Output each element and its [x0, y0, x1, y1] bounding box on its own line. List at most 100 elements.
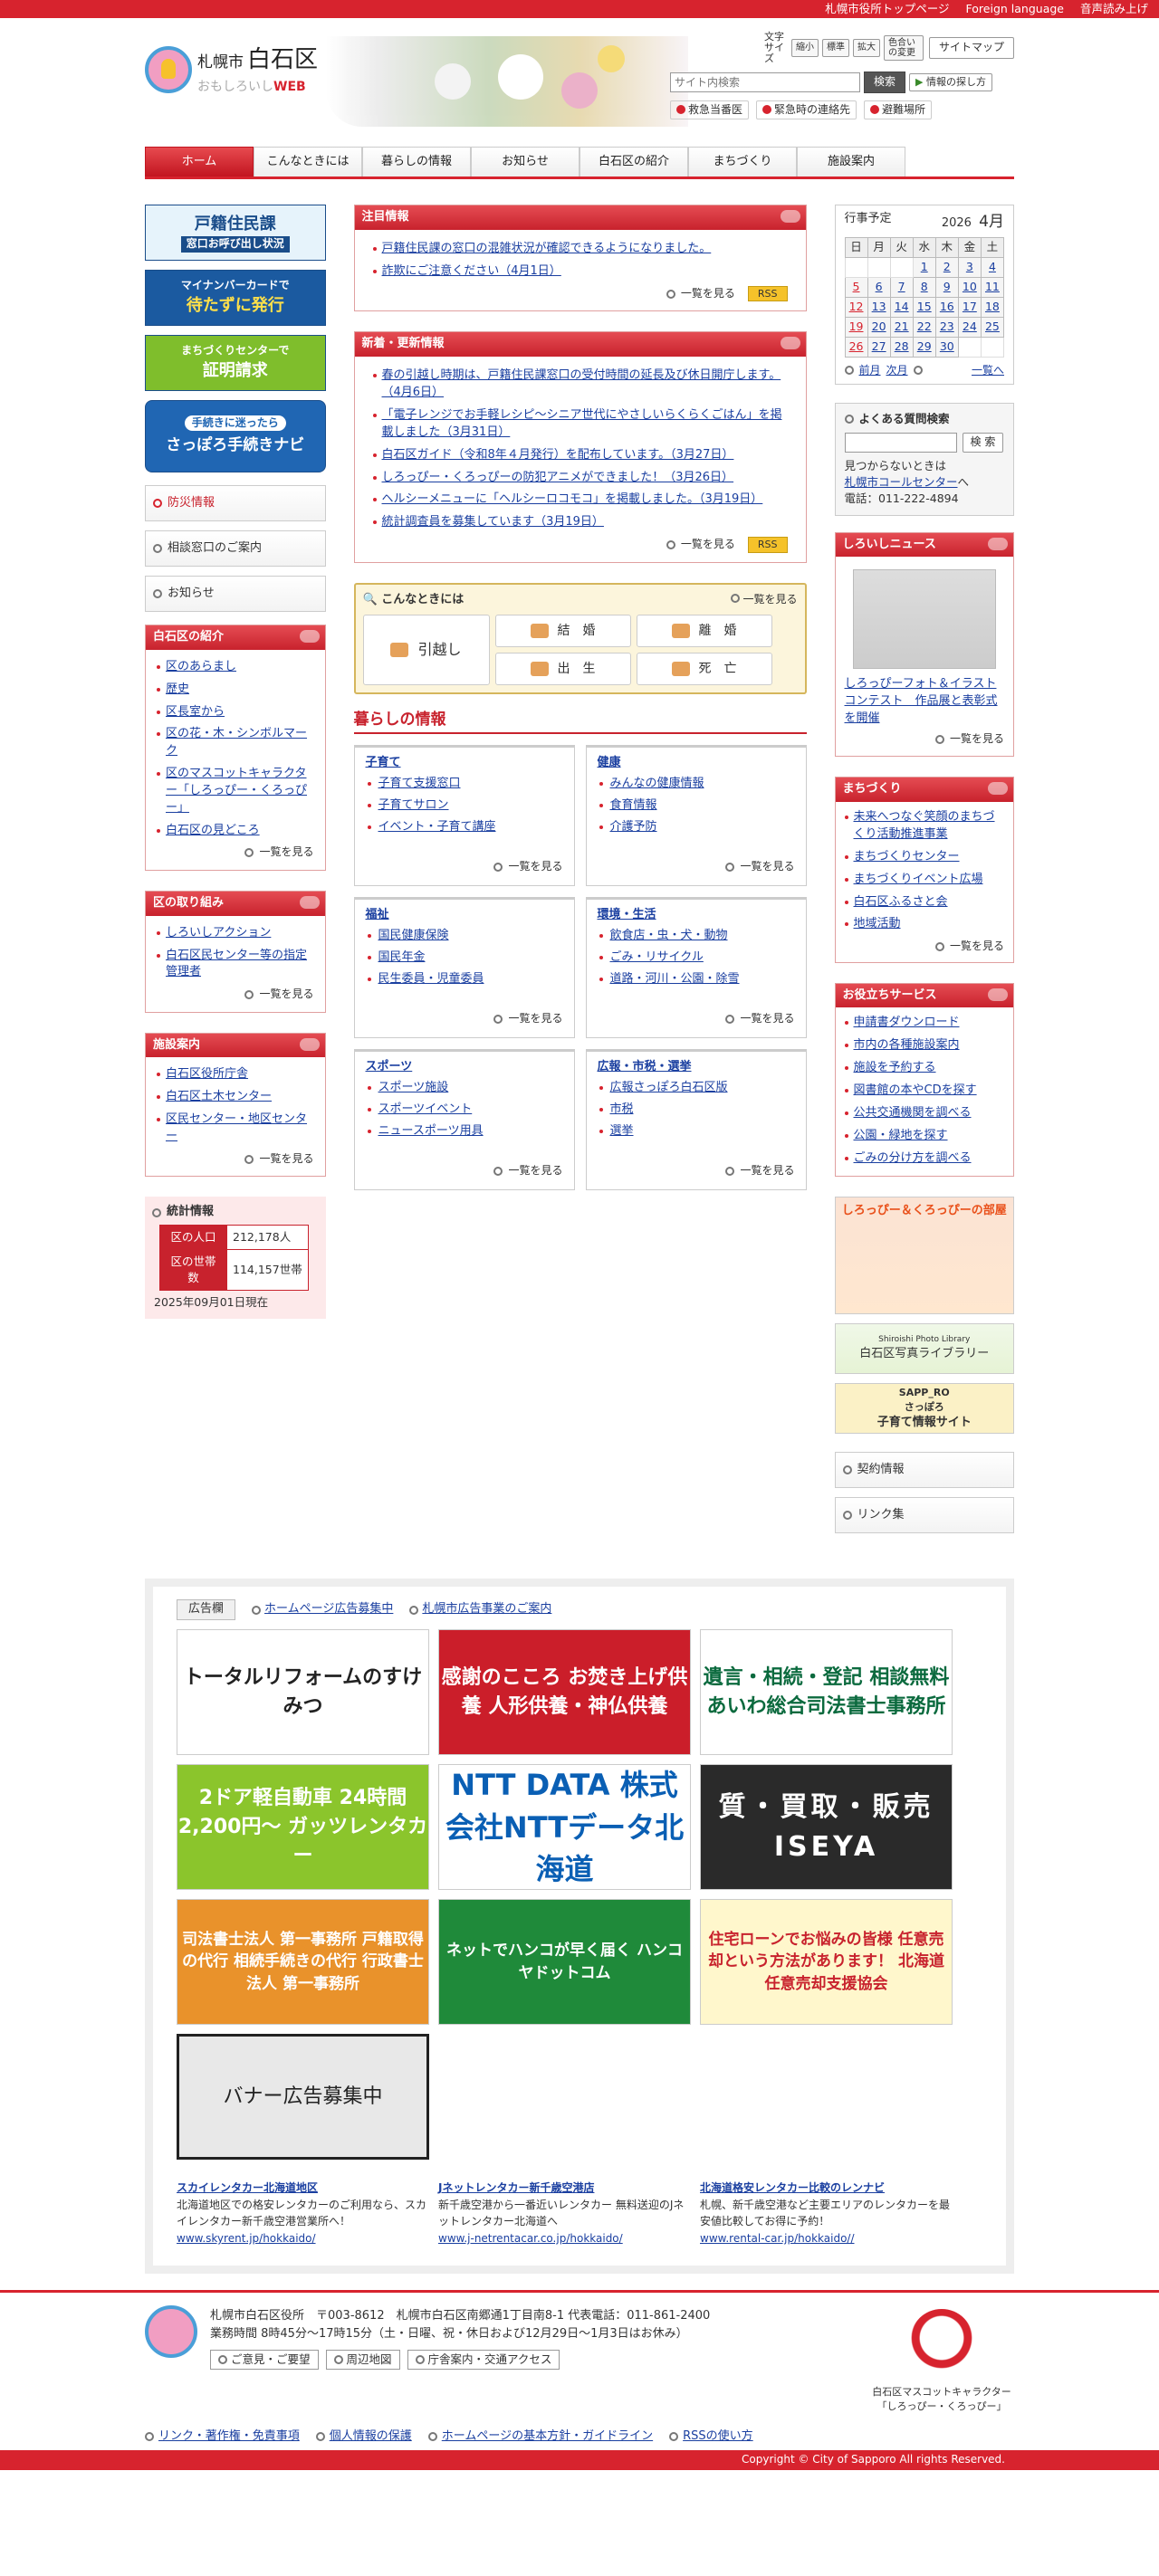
kurashi-box-title[interactable]: 広報・市税・選挙	[598, 1059, 795, 1076]
kurashi-link[interactable]: 国民健康保険	[378, 929, 449, 942]
footer-link[interactable]: ホームページの基本方針・ガイドライン	[442, 2428, 653, 2446]
calendar-day[interactable]: 24	[957, 316, 982, 338]
calendar-day[interactable]: 5	[844, 276, 868, 298]
menu-bousai[interactable]: 防災情報	[145, 485, 326, 521]
calendar-day[interactable]: 15	[912, 296, 936, 318]
calendar-day[interactable]: 13	[867, 296, 891, 318]
top-link-foreign[interactable]: Foreign language	[966, 1, 1064, 17]
service-link[interactable]: 公園・緑地を探す	[854, 1129, 948, 1142]
kurashi-link[interactable]: 食育情報	[610, 798, 657, 812]
calendar-day[interactable]: 25	[980, 316, 1005, 338]
konna-hikkoshi-button[interactable]: 引越し	[362, 614, 490, 685]
calendar-day[interactable]: 8	[912, 276, 936, 298]
news-photo[interactable]	[852, 569, 996, 670]
find-info-button[interactable]: ▶ 情報の探し方	[909, 73, 992, 91]
calendar-day[interactable]: 6	[867, 276, 891, 298]
calendar-day[interactable]: 16	[934, 296, 959, 318]
calendar-day[interactable]: 4	[980, 256, 1005, 278]
kosodate-site-banner[interactable]: SAPP_RO さっぽろ 子育て情報サイト	[834, 1383, 1014, 1435]
calendar-day[interactable]: 3	[957, 256, 982, 278]
ad-info-link[interactable]: 札幌市広告事業のご案内	[422, 1601, 551, 1618]
ad-banner[interactable]: 2ドア軽自動車 24時間 2,200円～ ガッツレンタカー	[177, 1764, 429, 1891]
ad-banner[interactable]: ネットでハンコが早く届く ハンコヤドットコム	[438, 1899, 691, 2026]
mascot-room-banner[interactable]: しろっぴー＆くろっぴーの部屋	[834, 1197, 1014, 1315]
calendar-list[interactable]: 一覧へ	[972, 363, 1004, 378]
menu-oshirase[interactable]: お知らせ	[145, 576, 326, 612]
kurashi-more[interactable]: 一覧を見る	[740, 1011, 794, 1026]
text-ad-title[interactable]: Jネットレンタカー新千歳空港店	[438, 2181, 594, 2194]
calendar-day[interactable]: 7	[889, 276, 914, 298]
ad-banner[interactable]: 感謝のこころ お焚き上げ供養 人形供養・神仏供養	[438, 1629, 691, 1756]
intro-link[interactable]: 歴史	[166, 682, 189, 696]
service-link[interactable]: 施設を予約する	[854, 1061, 936, 1074]
kurashi-link[interactable]: 国民年金	[378, 950, 426, 964]
konna-rikon-button[interactable]: 離 婚	[636, 614, 772, 647]
kurashi-link[interactable]: ニュースポーツ用具	[378, 1124, 484, 1138]
chumoku-link[interactable]: 詐欺にご注意ください（4月1日）	[382, 264, 561, 278]
intro-link[interactable]: 区のあらまし	[166, 660, 236, 673]
intro-link[interactable]: 区長室から	[166, 705, 225, 719]
calendar-day[interactable]: 21	[889, 316, 914, 338]
footer-link[interactable]: RSSの使い方	[683, 2428, 753, 2446]
footer-link[interactable]: リンク・著作権・免責事項	[158, 2428, 300, 2446]
faq-search-button[interactable]: 検 索	[962, 433, 1004, 453]
nav-home[interactable]: ホーム	[145, 147, 254, 177]
news-link[interactable]: しろっぴー・くろっぴーの防犯アニメができました！（3月26日）	[382, 471, 734, 484]
calendar-day[interactable]: 29	[912, 336, 936, 358]
ad-banner[interactable]: 住宅ローンでお悩みの皆様 任意売却という方法があります！ 北海道任意売却支援協会	[700, 1899, 953, 2026]
nav-oshirase[interactable]: お知らせ	[471, 147, 580, 177]
machi-link[interactable]: 未来へつなぐ笑顔のまちづくり活動推進事業	[854, 810, 995, 841]
kurashi-link[interactable]: 選挙	[610, 1124, 634, 1138]
machi-link[interactable]: 白石区ふるさと会	[854, 895, 948, 909]
font-normal-button[interactable]: 標準	[821, 38, 849, 58]
nav-machi[interactable]: まちづくり	[688, 147, 797, 177]
calendar-next[interactable]: 次月	[886, 363, 908, 378]
kurashi-more[interactable]: 一覧を見る	[508, 1163, 562, 1178]
kurashi-link[interactable]: ごみ・リサイクル	[610, 950, 704, 964]
shisetsu-link[interactable]: 区民センター・地区センター	[166, 1112, 307, 1143]
search-input[interactable]	[670, 72, 860, 92]
sitemap-button[interactable]: サイトマップ	[928, 37, 1014, 59]
news-link[interactable]: ヘルシーメニューに「ヘルシーロコモコ」を掲載しました。（3月19日）	[382, 492, 763, 506]
kurashi-link[interactable]: 広報さっぽろ白石区版	[610, 1081, 728, 1094]
kurashi-box-title[interactable]: 健康	[598, 755, 795, 772]
menu-links[interactable]: リンク集	[834, 1497, 1014, 1534]
ad-banner[interactable]: 遺言・相続・登記 相談無料 あいわ総合司法書士事務所	[700, 1629, 953, 1756]
kurashi-link[interactable]: 子育てサロン	[378, 798, 449, 812]
nav-kurashi[interactable]: 暮らしの情報	[362, 147, 471, 177]
calendar-day[interactable]: 11	[980, 276, 1005, 298]
news-link[interactable]: 白石区ガイド（令和8年４月発行）を配布しています。（3月27日）	[382, 448, 734, 462]
search-button[interactable]: 検索	[864, 72, 906, 93]
calendar-day[interactable]: 23	[934, 316, 959, 338]
call-center-link[interactable]: 札幌市コールセンター	[845, 475, 958, 489]
kurashi-link[interactable]: 民生委員・児童委員	[378, 972, 484, 986]
news-link[interactable]: 統計調査員を募集しています（3月19日）	[382, 515, 604, 529]
calendar-day[interactable]: 14	[889, 296, 914, 318]
footer-link[interactable]: 個人情報の保護	[330, 2428, 412, 2446]
kurashi-link[interactable]: 市税	[610, 1102, 634, 1116]
machi-link[interactable]: まちづくりイベント広場	[854, 873, 983, 886]
news-caption-link[interactable]: しろっぴーフォト＆イラストコンテスト 作品展と表彰式を開催	[845, 677, 998, 725]
kurashi-box-title[interactable]: スポーツ	[366, 1059, 563, 1076]
service-link[interactable]: 公共交通機関を調べる	[854, 1106, 972, 1120]
calendar-day[interactable]: 27	[867, 336, 891, 358]
text-ad-url[interactable]: www.j-netrentacar.co.jp/hokkaido/	[438, 2232, 623, 2245]
calendar-day[interactable]: 20	[867, 316, 891, 338]
menu-soudan[interactable]: 相談窓口のご案内	[145, 530, 326, 567]
service-link[interactable]: ごみの分け方を調べる	[854, 1151, 972, 1165]
service-link[interactable]: 市内の各種施設案内	[854, 1038, 960, 1052]
service-link[interactable]: 申請書ダウンロード	[854, 1016, 960, 1029]
shinchaku-more[interactable]: 一覧を見る	[681, 537, 735, 552]
intro-link[interactable]: 区のマスコットキャラクター「しろっぴー・くろっぴー」	[166, 767, 307, 815]
kurashi-more[interactable]: 一覧を見る	[740, 1163, 794, 1178]
footer-map-button[interactable]: 周辺地図	[325, 2350, 400, 2371]
calendar-prev[interactable]: 前月	[859, 363, 881, 378]
text-ad-title[interactable]: スカイレンタカー北海道地区	[177, 2181, 318, 2194]
text-ad-url[interactable]: www.skyrent.jp/hokkaido/	[177, 2232, 316, 2245]
footer-opinion-button[interactable]: ご意見・ご要望	[210, 2350, 319, 2371]
emergency-contact-link[interactable]: 緊急時の連絡先	[756, 100, 857, 120]
ad-banner[interactable]: NTT DATA 株式会社NTTデータ北海道	[438, 1764, 691, 1891]
machi-more[interactable]: 一覧を見る	[950, 939, 1004, 954]
site-logo[interactable]: 札幌市 白石区 おもしろいしWEB	[145, 43, 318, 96]
evacuation-link[interactable]: 避難場所	[864, 100, 933, 120]
